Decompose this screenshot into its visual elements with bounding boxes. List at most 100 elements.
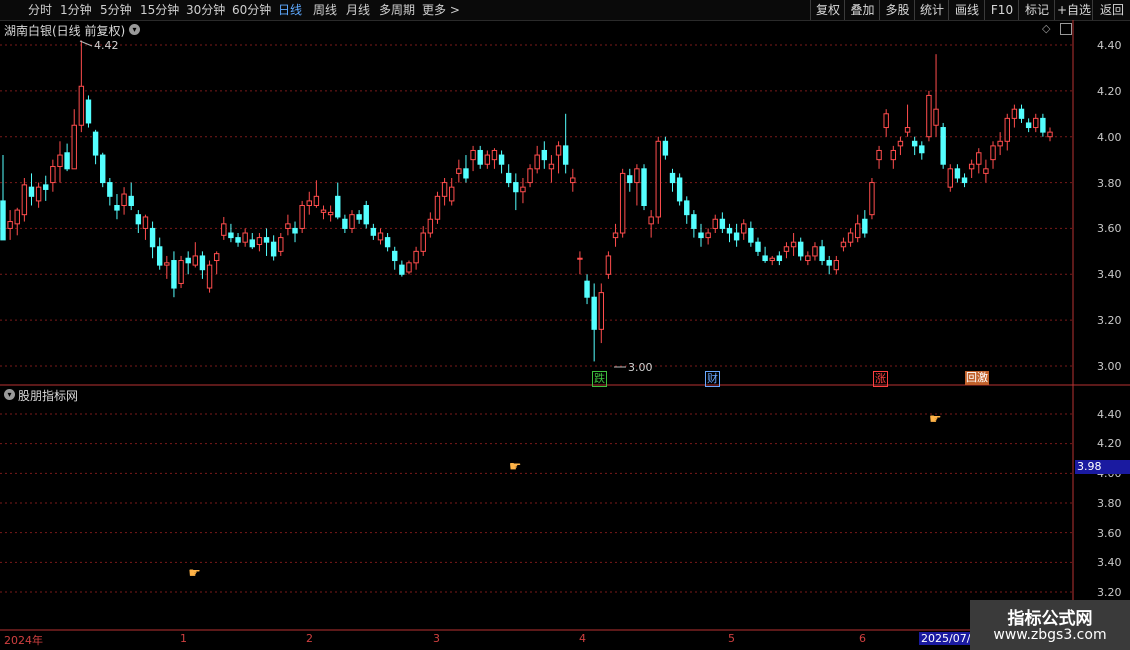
tab-timeshare[interactable]: 分时 (28, 0, 52, 20)
candle (684, 196, 690, 224)
candle (691, 210, 697, 238)
tab-weekly[interactable]: 周线 (313, 0, 337, 20)
btn-restore-rights[interactable]: 复权 (810, 0, 845, 20)
tab-1min[interactable]: 1分钟 (60, 0, 92, 20)
candle-body (990, 145, 996, 161)
candle (107, 177, 113, 206)
candle-body (876, 149, 882, 161)
candle-body (491, 149, 498, 161)
ind-y-label: 4.20 (1097, 437, 1122, 450)
low-label: 3.00 (628, 361, 653, 374)
candle-body (741, 223, 747, 234)
tab-15min[interactable]: 15分钟 (140, 0, 179, 20)
candle (35, 182, 42, 208)
candle-body (128, 195, 134, 206)
tab-5min[interactable]: 5分钟 (100, 0, 132, 20)
candle-body (954, 168, 961, 179)
candle (185, 251, 191, 275)
candle-body (206, 264, 213, 289)
candle (968, 159, 975, 178)
candlestick-chart: ☛ ☛ ☛ (0, 20, 1130, 631)
y-label: 3.20 (1097, 314, 1122, 327)
y-label: 3.00 (1097, 360, 1122, 373)
candle-body (121, 193, 127, 207)
candle-body (669, 172, 676, 184)
candle (263, 228, 270, 256)
candle-body (619, 172, 626, 234)
btn-mark[interactable]: 标记 (1018, 0, 1055, 20)
btn-f10[interactable]: F10 (984, 0, 1019, 20)
btn-draw-line[interactable]: 画线 (948, 0, 985, 20)
candle (71, 109, 77, 170)
candle-body (384, 237, 391, 248)
candle-body (919, 145, 925, 154)
window-toggle-icon[interactable] (1060, 23, 1072, 35)
x-label: 3 (433, 632, 440, 645)
candle-body (256, 237, 263, 245)
candle (719, 212, 726, 234)
candle-body (705, 232, 711, 239)
more-menu[interactable]: 更多 > (422, 0, 460, 20)
candle-body (270, 241, 277, 257)
candle (1018, 104, 1025, 123)
candle (819, 239, 825, 266)
candle-body (854, 223, 861, 239)
event-tag-rebound[interactable]: 回激 (965, 371, 989, 385)
candle (270, 235, 277, 261)
btn-back[interactable]: 返回 (1092, 0, 1130, 20)
tab-multi-period[interactable]: 多周期 (379, 0, 415, 20)
candle-body (484, 154, 491, 165)
candle-body (976, 152, 982, 165)
btn-multi-stock[interactable]: 多股 (879, 0, 915, 20)
candle-body (21, 184, 28, 216)
candle (997, 132, 1003, 156)
tab-60min[interactable]: 60分钟 (232, 0, 271, 20)
candle (206, 260, 213, 293)
candle-body (114, 205, 120, 211)
candle-body (555, 145, 562, 156)
candle-body (156, 246, 163, 266)
tab-monthly[interactable]: 月线 (346, 0, 370, 20)
candle-body (904, 127, 911, 133)
candle-body (192, 255, 199, 266)
btn-add-watchlist[interactable]: +自选 (1054, 0, 1093, 20)
candle-body (71, 124, 77, 170)
x-label: 2 (306, 632, 313, 645)
candle-body (299, 205, 305, 229)
candle (171, 251, 177, 298)
candle-body (50, 166, 56, 184)
candle (911, 136, 918, 156)
candle-body (840, 241, 847, 248)
candle (242, 228, 248, 247)
candle-body (1025, 122, 1032, 129)
chevron-down-icon[interactable]: ▾ (129, 24, 140, 35)
candle-body (847, 232, 854, 243)
btn-overlay[interactable]: 叠加 (844, 0, 880, 20)
hand-pointer-icon: ☛ (188, 566, 201, 582)
watermark-url: www.zbgs3.com (993, 627, 1107, 643)
tab-30min[interactable]: 30分钟 (186, 0, 225, 20)
btn-statistics[interactable]: 统计 (914, 0, 949, 20)
candle (377, 228, 384, 245)
candle (292, 221, 298, 243)
candle (790, 233, 797, 256)
candle (427, 212, 434, 238)
candle (64, 143, 70, 172)
candle (434, 191, 441, 224)
event-tag-finance[interactable]: 财 (705, 371, 720, 387)
candle-body (634, 168, 640, 184)
event-tag-rise[interactable]: 涨 (873, 371, 888, 387)
tab-daily[interactable]: 日线 (278, 0, 302, 20)
chevron-down-icon[interactable]: ▾ (4, 389, 15, 400)
diamond-icon[interactable]: ◇ (1042, 22, 1050, 35)
candle-body (655, 140, 661, 218)
indicator-grid (0, 413, 1073, 593)
ind-y-label: 3.80 (1097, 497, 1122, 510)
candle (28, 173, 35, 206)
candle (235, 233, 241, 247)
candle (384, 233, 391, 252)
candle-body (520, 186, 526, 193)
candle (570, 168, 576, 192)
event-tag-fall[interactable]: 跌 (592, 371, 607, 387)
candle (505, 164, 512, 188)
